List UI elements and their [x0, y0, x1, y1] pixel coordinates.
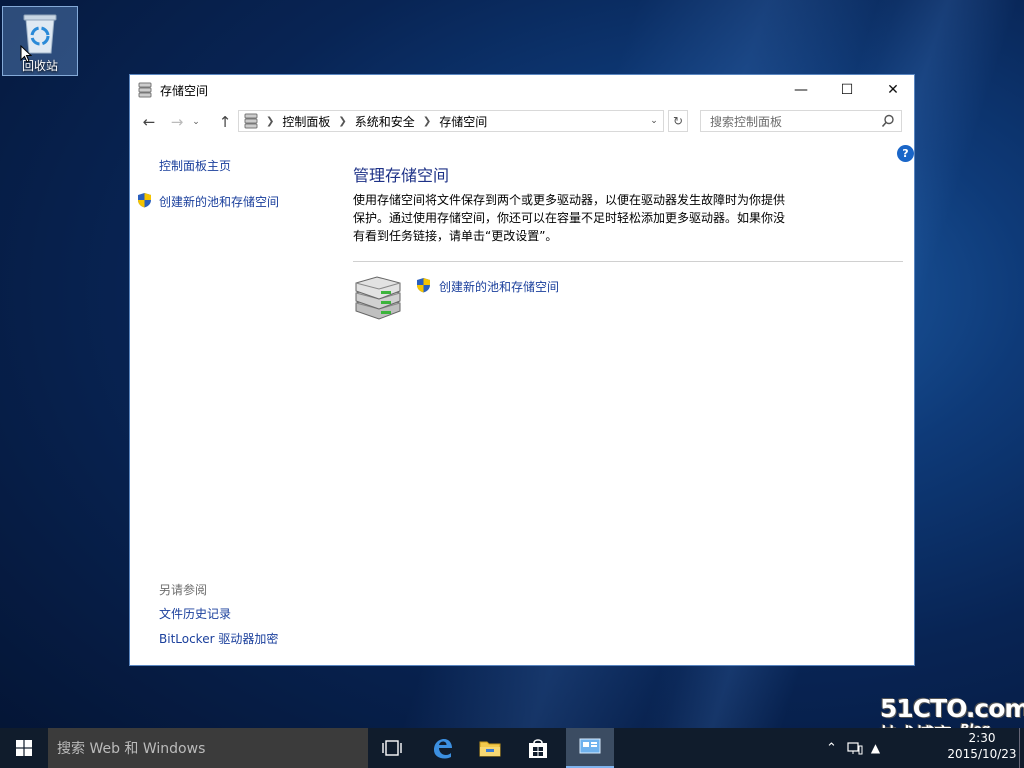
sidebar-create-pool-link[interactable]: 创建新的池和存储空间 — [159, 193, 279, 210]
recent-locations-chevron-down-icon[interactable]: ⌄ — [190, 111, 202, 133]
minimize-button[interactable]: — — [778, 75, 824, 105]
volume-icon[interactable]: ▲ — [871, 741, 880, 755]
control-panel-home-link[interactable]: 控制面板主页 — [159, 157, 231, 174]
control-panel-icon — [579, 738, 601, 754]
breadcrumb-control-panel[interactable]: 控制面板 — [282, 113, 330, 130]
control-panel-taskbar-button[interactable] — [566, 728, 614, 768]
edge-taskbar-button[interactable] — [418, 728, 466, 768]
back-arrow-icon[interactable]: ← — [138, 111, 160, 133]
shield-icon — [138, 193, 151, 208]
see-also-heading: 另请参阅 — [159, 583, 208, 597]
edge-icon — [434, 739, 452, 759]
store-icon — [529, 739, 547, 758]
breadcrumb-system-security[interactable]: 系统和安全 — [355, 113, 415, 130]
watermark-line1: 51CTO.com — [880, 694, 1024, 723]
search-input[interactable]: 搜索控制面板 — [700, 110, 902, 132]
taskbar-clock[interactable]: 2:30 2015/10/23 — [940, 730, 1024, 762]
system-tray: ⌃ ▲ — [826, 728, 880, 768]
clock-time: 2:30 — [968, 731, 996, 745]
page-title: 管理存储空间 — [353, 166, 450, 185]
refresh-icon[interactable]: ↻ — [668, 110, 688, 132]
title-bar[interactable]: 存储空间 — ☐ ✕ — [130, 75, 914, 105]
file-explorer-icon — [479, 741, 501, 757]
breadcrumb-separator[interactable]: ❯ — [338, 116, 346, 127]
taskbar-search-input[interactable]: 搜索 Web 和 Windows — [48, 728, 368, 768]
show-desktop-button[interactable] — [1019, 728, 1024, 768]
page-description: 使用存储空间将文件保存到两个或更多驱动器，以便在驱动器发生故障时为你提供保护。通… — [353, 193, 786, 243]
window-title: 存储空间 — [160, 83, 209, 98]
store-taskbar-button[interactable] — [514, 728, 562, 768]
windows-start-icon — [16, 740, 32, 756]
left-pane: 控制面板主页 创建新的池和存储空间 另请参阅 文件历史记录 BitLocker … — [130, 137, 340, 665]
shield-icon — [417, 278, 430, 293]
recycle-bin-desktop-icon[interactable]: 回收站 — [2, 6, 78, 76]
divider — [353, 261, 903, 262]
navigation-bar: ← → ⌄ ↑ ❯ 控制面板 ❯ 系统和安全 ❯ 存储空间 ⌄ ↻ 搜索控制面板 — [130, 105, 914, 137]
bitlocker-link[interactable]: BitLocker 驱动器加密 — [159, 630, 278, 647]
breadcrumb-separator[interactable]: ❯ — [266, 116, 274, 127]
breadcrumb-storage-spaces[interactable]: 存储空间 — [439, 113, 487, 130]
breadcrumb-separator[interactable]: ❯ — [423, 116, 431, 127]
close-button[interactable]: ✕ — [870, 75, 916, 105]
help-icon[interactable]: ? — [897, 145, 914, 162]
network-icon[interactable] — [847, 741, 863, 755]
start-button[interactable] — [0, 728, 48, 768]
search-icon — [881, 114, 894, 128]
file-history-link[interactable]: 文件历史记录 — [159, 605, 231, 622]
address-bar[interactable]: ❯ 控制面板 ❯ 系统和安全 ❯ 存储空间 ⌄ — [238, 110, 664, 132]
task-view-icon — [382, 740, 402, 756]
task-view-button[interactable] — [368, 728, 416, 768]
taskbar-search-placeholder: 搜索 Web 和 Windows — [57, 741, 206, 757]
mouse-cursor-icon — [20, 45, 32, 63]
storage-spaces-window: 存储空间 — ☐ ✕ ← → ⌄ ↑ ❯ 控制面板 ❯ 系统和安全 ❯ 存储空间… — [129, 74, 915, 666]
file-explorer-taskbar-button[interactable] — [466, 728, 514, 768]
maximize-button[interactable]: ☐ — [824, 75, 870, 105]
chevron-up-icon[interactable]: ⌃ — [826, 741, 837, 756]
up-arrow-icon[interactable]: ↑ — [214, 111, 236, 133]
address-dropdown-chevron-down-icon[interactable]: ⌄ — [645, 111, 663, 131]
search-placeholder: 搜索控制面板 — [710, 114, 783, 129]
storage-spaces-icon — [244, 113, 258, 129]
storage-spaces-icon — [138, 82, 152, 98]
clock-date: 2015/10/23 — [947, 747, 1017, 761]
drives-stack-icon — [355, 276, 401, 320]
taskbar: 搜索 Web 和 Windows ⌃ ▲ 2:30 2015/10/23 — [0, 728, 1024, 768]
forward-arrow-icon[interactable]: → — [166, 111, 188, 133]
create-pool-link[interactable]: 创建新的池和存储空间 — [439, 278, 559, 295]
